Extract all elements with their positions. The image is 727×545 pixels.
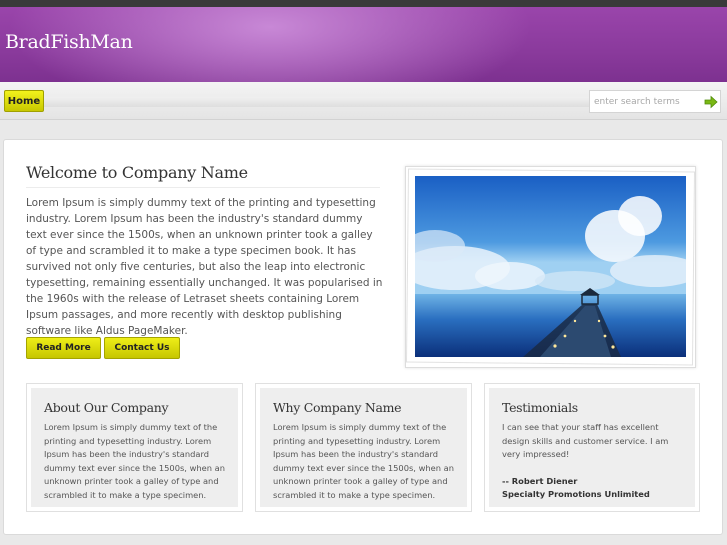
why-text: Lorem Ipsum is simply dummy text of the … (273, 422, 454, 500)
testimonials-column-inner: Testimonials I can see that your staff h… (489, 388, 695, 507)
testimonial-author: -- Robert Diener (502, 475, 578, 486)
title-divider (26, 187, 380, 188)
why-column-inner: Why Company Name Lorem Ipsum is simply d… (260, 388, 467, 507)
why-title: Why Company Name (273, 400, 402, 415)
testimonial-quote: I can see that your staff has excellent … (502, 422, 669, 460)
contact-us-button[interactable]: Contact Us (104, 337, 180, 359)
site-header: BradFishMan (0, 7, 727, 82)
search-box (589, 90, 721, 113)
nav-strip (44, 97, 590, 107)
top-bar (0, 0, 727, 7)
welcome-text: Lorem Ipsum is simply dummy text of the … (26, 197, 383, 337)
about-column: About Our Company Lorem Ipsum is simply … (26, 383, 243, 512)
testimonials-title: Testimonials (502, 400, 578, 415)
nav-home-button[interactable]: Home (4, 90, 44, 112)
search-input[interactable] (594, 95, 699, 109)
site-brand[interactable]: BradFishMan (5, 31, 133, 53)
testimonial-company: Specialty Promotions Unlimited (502, 489, 650, 500)
about-title: About Our Company (44, 400, 169, 415)
read-more-button[interactable]: Read More (26, 337, 101, 359)
welcome-title: Welcome to Company Name (26, 163, 248, 182)
testimonials-text: I can see that your staff has excellent … (502, 421, 687, 502)
about-text: Lorem Ipsum is simply dummy text of the … (44, 422, 225, 500)
about-column-inner: About Our Company Lorem Ipsum is simply … (31, 388, 238, 507)
testimonials-column: Testimonials I can see that your staff h… (484, 383, 700, 512)
arrow-right-icon[interactable] (704, 95, 718, 109)
why-column: Why Company Name Lorem Ipsum is simply d… (255, 383, 472, 512)
pier-sea-photo (415, 176, 686, 357)
